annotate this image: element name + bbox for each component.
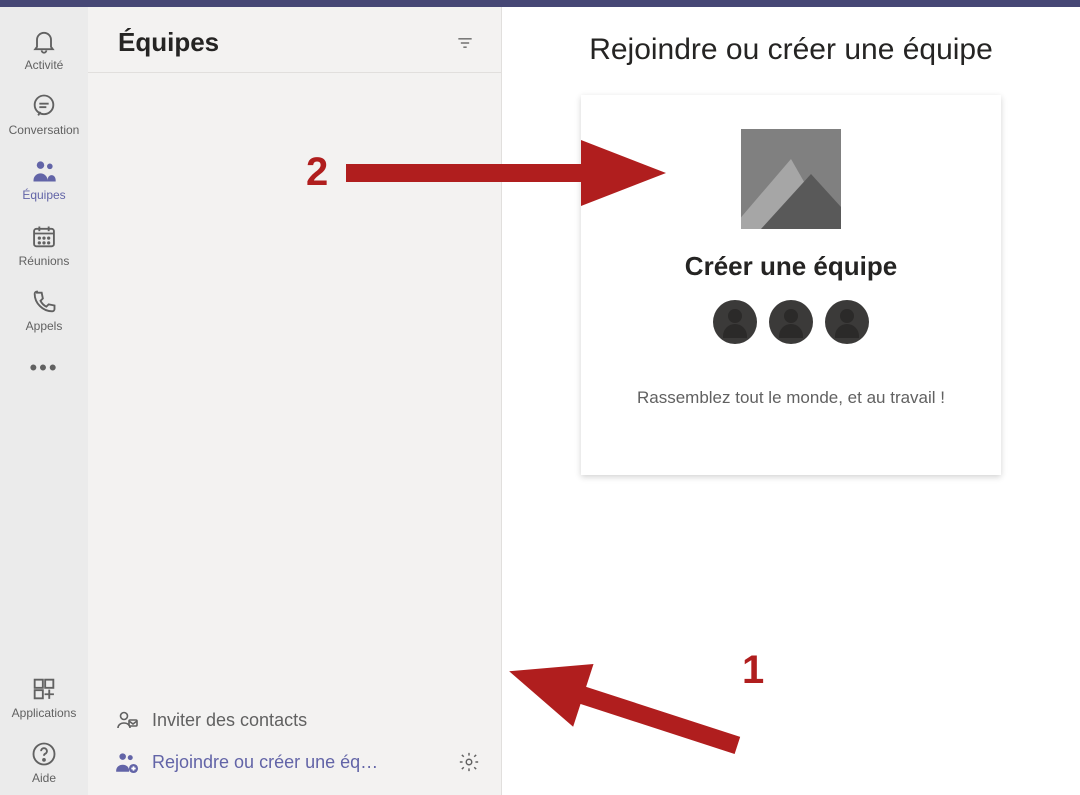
invite-contacts-label: Inviter des contacts (152, 710, 483, 731)
filter-icon (455, 33, 475, 53)
rail-help[interactable]: Aide (0, 730, 88, 795)
title-bar (0, 0, 1080, 7)
avatar-group (713, 300, 869, 344)
team-add-icon (112, 749, 142, 775)
create-team-card[interactable]: Créer une équipe Rassemblez tout le mond… (581, 95, 1001, 475)
teams-list-empty (88, 73, 501, 691)
rail-chat-label: Conversation (9, 124, 80, 137)
calendar-icon (30, 223, 58, 251)
phone-icon (30, 288, 58, 316)
rail-calls[interactable]: Appels (0, 278, 88, 343)
rail-more[interactable]: ••• (29, 343, 58, 393)
invite-icon (112, 708, 142, 732)
rail-meetings-label: Réunions (19, 255, 70, 268)
avatar-placeholder (769, 300, 813, 344)
rail-apps[interactable]: Applications (0, 665, 88, 730)
rail-calls-label: Appels (26, 320, 63, 333)
avatar-placeholder (713, 300, 757, 344)
bell-icon (30, 27, 58, 55)
rail-help-label: Aide (32, 772, 56, 785)
rail-chat[interactable]: Conversation (0, 82, 88, 147)
rail-teams-label: Équipes (22, 189, 65, 202)
teams-icon (30, 157, 58, 185)
chat-icon (30, 92, 58, 120)
apps-icon (30, 675, 58, 703)
app-rail: Activité Conversation Équipes Réunions A… (0, 7, 88, 795)
invite-contacts-button[interactable]: Inviter des contacts (106, 699, 489, 741)
rail-apps-label: Applications (12, 707, 77, 720)
join-create-team-label: Rejoindre ou créer une éq… (152, 752, 455, 773)
teams-panel: Équipes Inviter des contacts Rejoindre o… (88, 7, 502, 795)
teams-header: Équipes (88, 7, 501, 73)
manage-teams-button[interactable] (455, 751, 483, 773)
create-team-title: Créer une équipe (685, 251, 897, 282)
teams-title: Équipes (118, 27, 219, 58)
page-title: Rejoindre ou créer une équipe (589, 33, 993, 67)
placeholder-image-icon (741, 129, 841, 229)
gear-icon (458, 751, 480, 773)
join-create-team-button[interactable]: Rejoindre ou créer une éq… (106, 741, 489, 783)
help-icon (30, 740, 58, 768)
avatar-placeholder (825, 300, 869, 344)
filter-button[interactable] (451, 29, 479, 57)
rail-activity-label: Activité (25, 59, 64, 72)
main-panel: Rejoindre ou créer une équipe Créer une … (502, 7, 1080, 795)
rail-meetings[interactable]: Réunions (0, 213, 88, 278)
teams-footer: Inviter des contacts Rejoindre ou créer … (88, 691, 501, 795)
create-team-desc: Rassemblez tout le monde, et au travail … (637, 388, 945, 408)
rail-teams[interactable]: Équipes (0, 147, 88, 212)
rail-activity[interactable]: Activité (0, 17, 88, 82)
